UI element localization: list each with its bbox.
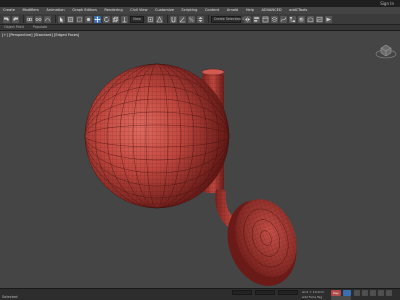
zoom-icon[interactable] (354, 290, 360, 296)
undo-icon[interactable] (3, 15, 10, 23)
main-toolbar: View % Create Selection Set (0, 14, 400, 25)
menu-arnold[interactable]: Arnold (227, 7, 239, 14)
toolbar-separator (55, 15, 56, 23)
select-and-place-icon[interactable] (121, 15, 128, 23)
render-frame-window-icon[interactable] (315, 15, 323, 23)
menu-civil-view[interactable]: Civil View (130, 7, 147, 14)
menu-addctools[interactable]: addCTools (289, 7, 307, 14)
maximize-viewport-icon[interactable] (386, 290, 392, 296)
menu-bar: Create Modifiers Animation Graph Editors… (0, 7, 400, 14)
snaps-toggle-icon[interactable] (169, 15, 177, 23)
menu-content[interactable]: Content (205, 7, 219, 14)
unlink-icon[interactable] (35, 15, 42, 23)
named-selection-set-dropdown[interactable]: Create Selection Set (210, 15, 248, 23)
menu-scripting[interactable]: Scripting (181, 7, 197, 14)
align-icon[interactable] (252, 15, 260, 23)
spinner-snap-icon[interactable] (196, 15, 204, 23)
layer-explorer-icon[interactable] (270, 15, 278, 23)
status-bar: Selected Grid = 10.0cm Add Time Tag Key (0, 288, 400, 300)
link-icon[interactable] (26, 15, 33, 23)
toolbar-separator (23, 15, 24, 23)
select-manipulate-icon[interactable] (155, 15, 163, 23)
zoom-all-icon[interactable] (362, 290, 368, 296)
scene-explorer-icon[interactable] (261, 15, 269, 23)
perspective-viewport[interactable]: [+] [Perspective] [Standard] [Edged Face… (0, 30, 400, 288)
angle-snap-icon[interactable] (178, 15, 186, 23)
z-coordinate-field[interactable] (278, 290, 298, 295)
menu-animation[interactable]: Animation (46, 7, 64, 14)
x-coordinate-field[interactable] (232, 290, 252, 295)
pivot-center-icon[interactable] (146, 15, 154, 23)
status-selection-text: Selected (2, 295, 18, 299)
toolbar-separator (207, 15, 209, 23)
menu-rendering[interactable]: Rendering (104, 7, 122, 14)
select-object-icon[interactable] (58, 15, 65, 23)
redo-icon[interactable] (12, 15, 19, 23)
add-time-tag-button[interactable]: Add Time Tag (302, 295, 322, 299)
menu-advanced[interactable]: ADVANCED (262, 7, 282, 14)
curve-editor-icon[interactable] (279, 15, 287, 23)
sign-in-link[interactable]: Sign In (380, 0, 394, 7)
menu-create[interactable]: Create (3, 7, 15, 14)
menu-graph-editors[interactable]: Graph Editors (72, 7, 97, 14)
bind-space-warp-icon[interactable] (44, 15, 51, 23)
y-coordinate-field[interactable] (255, 290, 275, 295)
select-and-rotate-icon[interactable] (103, 15, 110, 23)
percent-snap-icon[interactable]: % (187, 15, 195, 23)
select-and-scale-icon[interactable] (112, 15, 119, 23)
schematic-view-icon[interactable] (288, 15, 296, 23)
viewcube-icon[interactable] (375, 39, 397, 61)
title-bar: Sign In (0, 0, 400, 7)
select-and-move-icon[interactable] (94, 15, 101, 23)
render-setup-icon[interactable] (306, 15, 314, 23)
menu-modifiers[interactable]: Modifiers (22, 7, 38, 14)
window-crossing-icon[interactable] (85, 15, 92, 23)
viewport-label[interactable]: [+] [Perspective] [Standard] [Edged Face… (2, 33, 79, 37)
grid-size-text: Grid = 10.0cm (302, 290, 324, 294)
toolbar-separator (166, 15, 168, 23)
mirror-icon[interactable] (243, 15, 251, 23)
render-production-icon[interactable] (324, 15, 332, 23)
select-by-name-icon[interactable] (67, 15, 74, 23)
menu-help[interactable]: Help (246, 7, 254, 14)
reference-coordinate-dropdown[interactable]: View (130, 15, 144, 23)
pan-icon[interactable] (378, 290, 384, 296)
orbit-icon[interactable] (370, 290, 376, 296)
material-editor-icon[interactable] (297, 15, 305, 23)
svg-text:%: % (189, 17, 194, 23)
menu-customize[interactable]: Customize (155, 7, 174, 14)
sconce-model[interactable] (0, 31, 400, 288)
key-filters-button[interactable] (331, 296, 351, 300)
rectangular-selection-icon[interactable] (76, 15, 83, 23)
